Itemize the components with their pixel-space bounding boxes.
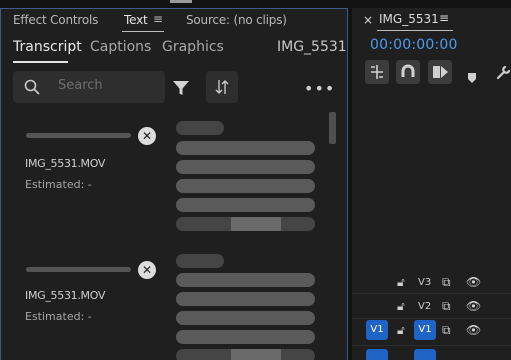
sync-lock-icon[interactable]: ⧉ [442, 299, 451, 314]
skeleton-line [176, 198, 315, 212]
lock-icon[interactable]: 🔓︎ [397, 323, 405, 338]
source-patch-v1[interactable]: V1 [366, 320, 388, 340]
wrench-icon[interactable] [496, 65, 511, 80]
skeleton-line [176, 254, 224, 268]
sync-lock-icon[interactable]: ⧉ [442, 275, 451, 290]
track-separator [352, 345, 511, 346]
track-target-v1[interactable]: V1 [414, 320, 436, 340]
more-icon[interactable]: ••• [304, 79, 335, 98]
transcript-status: Estimated: - [25, 178, 92, 191]
scrollbar-thumb[interactable] [329, 112, 336, 144]
subtab-transcript-underline [13, 61, 68, 63]
search-input[interactable]: Search [13, 71, 165, 103]
subtab-captions[interactable]: Captions [90, 39, 151, 55]
track-separator [352, 318, 511, 319]
speaker-line [26, 267, 131, 272]
track-name[interactable]: V2 [418, 301, 431, 312]
skeleton-line [176, 273, 315, 287]
lock-icon[interactable]: 🔓︎ [397, 275, 405, 290]
eye-icon[interactable]: 👁︎ [466, 299, 481, 313]
speaker-line [26, 133, 131, 138]
skeleton-line [176, 179, 315, 193]
sync-lock-icon[interactable]: ⧉ [442, 323, 451, 338]
source-patch-a1[interactable] [366, 349, 388, 360]
panel-drag-handle[interactable] [170, 0, 192, 3]
marker-icon[interactable] [468, 68, 476, 83]
timeline-tab[interactable]: IMG_5531 [379, 12, 439, 26]
skeleton-line [176, 141, 315, 155]
subtab-graphics[interactable]: Graphics [162, 39, 224, 55]
magnet-icon[interactable] [396, 60, 420, 84]
transcript-status: Estimated: - [25, 310, 92, 323]
search-icon [24, 79, 40, 95]
skeleton-shimmer [231, 217, 281, 231]
eye-icon[interactable]: 👁︎ [466, 275, 481, 289]
track-row-v2: 🔓︎ V2 ⧉ 👁︎ [352, 296, 511, 318]
track-row-v1: V1 🔓︎ V1 ⧉ 👁︎ [352, 320, 511, 344]
skeleton-line [176, 160, 315, 174]
filter-icon[interactable] [172, 79, 190, 97]
track-target-a1[interactable] [414, 349, 436, 360]
hamburger-menu-icon[interactable]: ≡ [439, 11, 449, 25]
skeleton-line [176, 311, 315, 325]
sync-icon [215, 80, 229, 94]
close-icon[interactable]: ✕ [138, 261, 156, 279]
close-tab-icon[interactable]: × [363, 13, 373, 27]
close-icon[interactable]: ✕ [138, 127, 156, 145]
text-panel: Effect Controls Text ≡ Source: (no clips… [0, 8, 348, 360]
timecode-display[interactable]: 00:00:00:00 [370, 37, 458, 53]
lock-icon[interactable]: 🔓︎ [397, 299, 405, 314]
tab-text-underline [122, 31, 164, 32]
linked-selection-icon[interactable] [428, 60, 452, 84]
skeleton-line [176, 330, 315, 344]
sync-button[interactable] [206, 71, 238, 103]
skeleton-line [176, 217, 315, 231]
hamburger-menu-icon[interactable]: ≡ [153, 12, 163, 26]
search-placeholder: Search [58, 78, 103, 93]
sequence-name: IMG_5531 [277, 39, 347, 55]
skeleton-line [176, 121, 224, 135]
tab-source[interactable]: Source: (no clips) [186, 13, 287, 27]
timeline-panel: × IMG_5531 ≡ 00:00:00:00 🔓︎ V3 ⧉ 👁︎ 🔓︎ V… [352, 8, 511, 360]
clip-name: IMG_5531.MOV [25, 157, 106, 170]
insert-icon[interactable] [365, 60, 389, 84]
tab-text[interactable]: Text [124, 13, 148, 27]
timeline-tab-underline [377, 30, 453, 31]
subtab-transcript[interactable]: Transcript [13, 39, 82, 55]
skeleton-shimmer [231, 349, 281, 360]
skeleton-line [176, 349, 315, 360]
track-row-v3: 🔓︎ V3 ⧉ 👁︎ [352, 272, 511, 294]
skeleton-line [176, 292, 315, 306]
eye-icon[interactable]: 👁︎ [466, 323, 481, 337]
track-name[interactable]: V3 [418, 277, 431, 288]
tab-effect-controls[interactable]: Effect Controls [13, 13, 98, 27]
clip-name: IMG_5531.MOV [25, 289, 106, 302]
